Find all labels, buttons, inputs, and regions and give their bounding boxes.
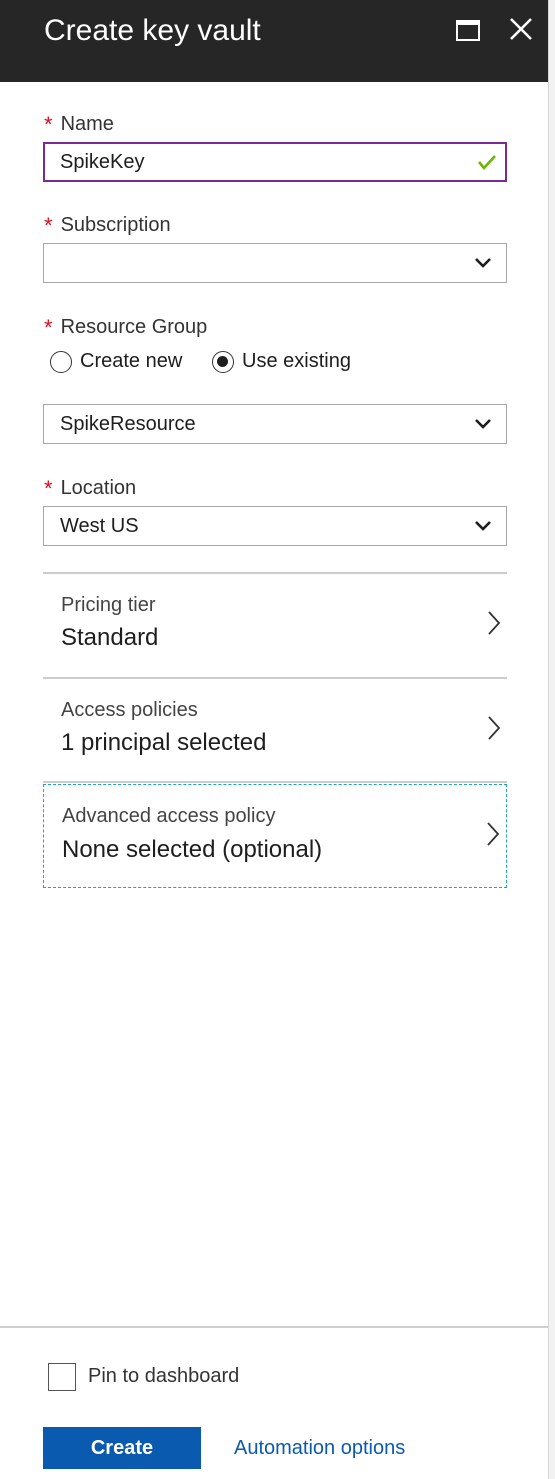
nav-item-value: None selected (optional) bbox=[62, 836, 323, 863]
location-value: West US bbox=[60, 515, 139, 537]
resource-group-label: * Resource Group bbox=[44, 315, 208, 340]
name-input-value: SpikeKey bbox=[60, 151, 145, 173]
blade-header: Create key vault bbox=[0, 0, 548, 82]
resource-group-dropdown[interactable]: SpikeResource bbox=[43, 404, 507, 444]
name-label: * Name bbox=[44, 112, 114, 137]
close-icon[interactable] bbox=[508, 16, 534, 42]
valid-check-icon bbox=[478, 155, 496, 170]
scrollbar-track[interactable] bbox=[548, 0, 555, 1479]
nav-item-value: Standard bbox=[61, 624, 159, 651]
chevron-right-icon bbox=[488, 716, 501, 740]
required-marker: * bbox=[44, 476, 53, 501]
maximize-icon[interactable] bbox=[456, 20, 480, 41]
pricing-tier-item[interactable]: Pricing tier Standard bbox=[43, 572, 507, 676]
pin-to-dashboard-label: Pin to dashboard bbox=[88, 1365, 240, 1387]
nav-item-title: Access policies bbox=[61, 699, 198, 721]
chevron-down-icon bbox=[475, 521, 491, 531]
chevron-down-icon bbox=[475, 258, 491, 268]
automation-options-link[interactable]: Automation options bbox=[234, 1437, 405, 1460]
chevron-right-icon bbox=[488, 611, 501, 635]
subscription-dropdown[interactable] bbox=[43, 243, 507, 283]
pin-to-dashboard-checkbox[interactable] bbox=[48, 1363, 76, 1391]
create-new-radio[interactable]: Create new bbox=[50, 350, 182, 373]
advanced-access-policy-item[interactable]: Advanced access policy None selected (op… bbox=[43, 784, 507, 888]
location-label: * Location bbox=[44, 476, 137, 501]
nav-item-title: Pricing tier bbox=[61, 594, 156, 616]
blade-title: Create key vault bbox=[44, 14, 261, 47]
subscription-label: * Subscription bbox=[44, 213, 171, 238]
required-marker: * bbox=[44, 112, 53, 137]
nav-item-title: Advanced access policy bbox=[62, 805, 276, 827]
location-dropdown[interactable]: West US bbox=[43, 506, 507, 546]
nav-item-value: 1 principal selected bbox=[61, 729, 267, 756]
divider bbox=[43, 781, 507, 783]
radio-off-icon bbox=[50, 350, 72, 373]
chevron-right-icon bbox=[487, 822, 500, 846]
use-existing-radio[interactable]: Use existing bbox=[212, 350, 351, 373]
name-input[interactable]: SpikeKey bbox=[43, 142, 507, 182]
required-marker: * bbox=[44, 315, 53, 340]
footer-divider bbox=[0, 1326, 548, 1328]
radio-on-icon bbox=[212, 350, 234, 373]
access-policies-item[interactable]: Access policies 1 principal selected bbox=[43, 677, 507, 781]
required-marker: * bbox=[44, 213, 53, 238]
chevron-down-icon bbox=[475, 419, 491, 429]
create-button[interactable]: Create bbox=[43, 1427, 201, 1469]
resource-group-value: SpikeResource bbox=[60, 413, 196, 435]
